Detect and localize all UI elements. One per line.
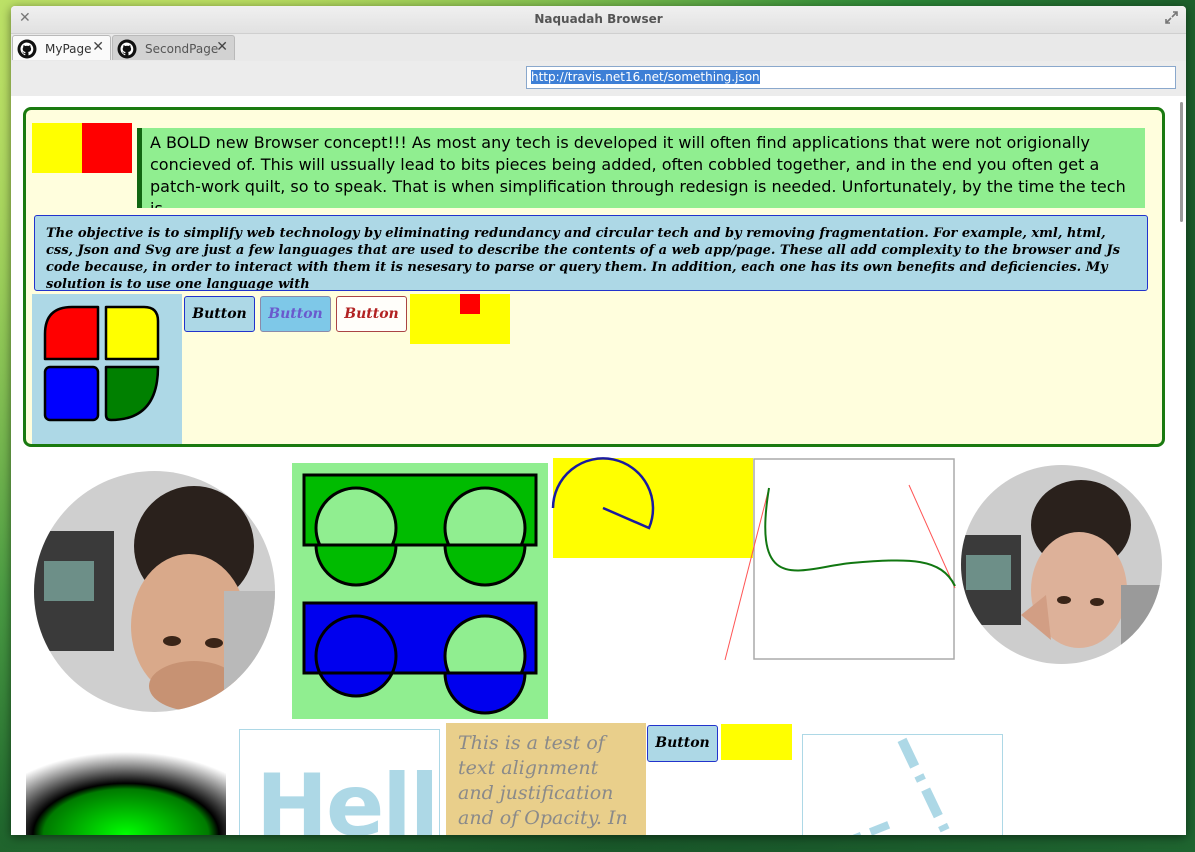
yellow-rectangle-small xyxy=(721,724,792,760)
window-title: Naquadah Browser xyxy=(534,12,663,26)
yellow-square xyxy=(32,123,82,173)
address-bar-area: http://travis.net16.net/something.json xyxy=(11,61,1186,96)
red-square xyxy=(82,123,132,173)
radial-gradient-sphere xyxy=(26,730,226,835)
github-icon xyxy=(117,39,137,59)
red-small-square xyxy=(460,294,480,314)
tab-label: SecondPage xyxy=(145,42,219,56)
tab-label: MyPage xyxy=(45,42,92,56)
hello-text-box: Hello xyxy=(239,729,440,835)
hello-text: Hello xyxy=(256,756,439,835)
quadrant-shapes xyxy=(32,294,182,444)
bold-concept-paragraph: A BOLD new Browser concept!!! As most an… xyxy=(137,128,1145,208)
car-shapes xyxy=(292,463,548,719)
maximize-icon[interactable] xyxy=(1165,11,1178,24)
github-icon xyxy=(17,39,37,59)
url-text: http://travis.net16.net/something.json xyxy=(531,70,760,84)
scrollbar[interactable] xyxy=(1180,102,1183,222)
tab-secondpage[interactable]: SecondPage ✕ xyxy=(112,35,235,60)
tab-bar: MyPage ✕ SecondPage ✕ xyxy=(11,34,1186,61)
child-photo-left xyxy=(34,471,275,712)
bezier-curve-drawing xyxy=(724,458,956,661)
child-photo-right xyxy=(961,465,1162,664)
tab-mypage[interactable]: MyPage ✕ xyxy=(12,35,111,60)
tab-close-icon[interactable]: ✕ xyxy=(92,39,104,55)
browser-window: ✕ Naquadah Browser MyPage ✕ SecondPage ✕… xyxy=(11,6,1186,835)
button-2[interactable]: Button xyxy=(260,296,331,332)
button-1[interactable]: Button xyxy=(184,296,255,332)
yellow-rectangle xyxy=(410,294,510,344)
tab-close-icon[interactable]: ✕ xyxy=(216,39,228,55)
bottom-button[interactable]: Button xyxy=(647,725,718,762)
opacity-test-text: This is a test of text alignment and jus… xyxy=(446,723,646,835)
address-input[interactable]: http://travis.net16.net/something.json xyxy=(526,66,1176,89)
page-content: A BOLD new Browser concept!!! As most an… xyxy=(11,96,1186,835)
dashed-line-drawing xyxy=(802,734,1003,835)
title-bar: ✕ Naquadah Browser xyxy=(11,6,1186,34)
button-3[interactable]: Button xyxy=(336,296,407,332)
objective-paragraph: The objective is to simplify web technol… xyxy=(34,215,1148,291)
